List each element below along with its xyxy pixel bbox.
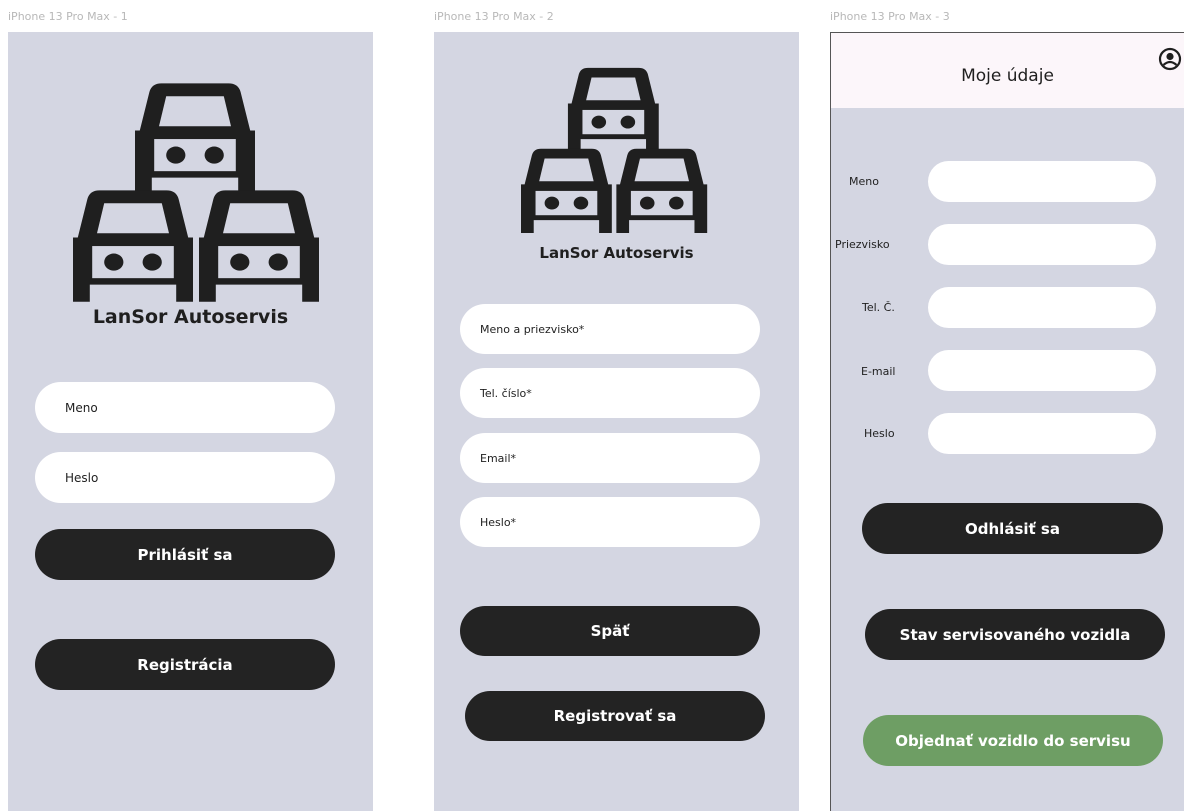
surname-field[interactable] (928, 224, 1156, 265)
password-input-placeholder: Heslo (65, 470, 99, 485)
logout-button[interactable]: Odhlásiť sa (862, 503, 1163, 554)
submit-registration-button[interactable]: Registrovať sa (465, 691, 765, 741)
login-screen: LanSor Autoservis Meno Heslo Prihlásiť s… (8, 32, 373, 811)
profile-screen: Moje údaje Meno Priezvisko Tel. Č. E-mai… (830, 32, 1184, 811)
order-service-button[interactable]: Objednať vozidlo do servisu (863, 715, 1163, 766)
password-input[interactable]: Heslo* (460, 497, 760, 547)
frame-label-3: iPhone 13 Pro Max - 3 (830, 10, 950, 23)
password-field[interactable] (928, 413, 1156, 454)
name-field[interactable] (928, 161, 1156, 202)
fullname-input[interactable]: Meno a priezvisko* (460, 304, 760, 354)
password-input[interactable]: Heslo (35, 452, 335, 503)
label-password: Heslo (864, 427, 895, 440)
frame-label-2: iPhone 13 Pro Max - 2 (434, 10, 554, 23)
login-button[interactable]: Prihlásiť sa (35, 529, 335, 580)
name-input-placeholder: Meno (65, 400, 98, 415)
label-surname: Priezvisko (835, 238, 890, 251)
fullname-input-placeholder: Meno a priezvisko* (480, 322, 585, 336)
email-field[interactable] (928, 350, 1156, 391)
brand-title: LanSor Autoservis (539, 244, 694, 262)
registration-screen: LanSor Autoservis Meno a priezvisko* Tel… (434, 32, 799, 811)
label-email: E-mail (861, 365, 896, 378)
profile-header: Moje údaje (831, 33, 1184, 108)
user-circle-icon[interactable] (1158, 47, 1182, 71)
back-button[interactable]: Späť (460, 606, 760, 656)
phone-input-placeholder: Tel. číslo* (480, 386, 532, 400)
name-input[interactable]: Meno (35, 382, 335, 433)
password-input-placeholder: Heslo* (480, 515, 517, 529)
register-button[interactable]: Registrácia (35, 639, 335, 690)
phone-field[interactable] (928, 287, 1156, 328)
cars-stack-icon (73, 83, 319, 302)
phone-input[interactable]: Tel. číslo* (460, 368, 760, 418)
brand-title: LanSor Autoservis (92, 306, 289, 328)
email-input[interactable]: Email* (460, 433, 760, 483)
email-input-placeholder: Email* (480, 451, 517, 465)
label-phone: Tel. Č. (862, 301, 895, 314)
frame-label-1: iPhone 13 Pro Max - 1 (8, 10, 128, 23)
cars-stack-icon (521, 67, 708, 234)
label-name: Meno (849, 175, 879, 188)
page-title: Moje údaje (961, 66, 1054, 86)
vehicle-status-button[interactable]: Stav servisovaného vozidla (865, 609, 1165, 660)
